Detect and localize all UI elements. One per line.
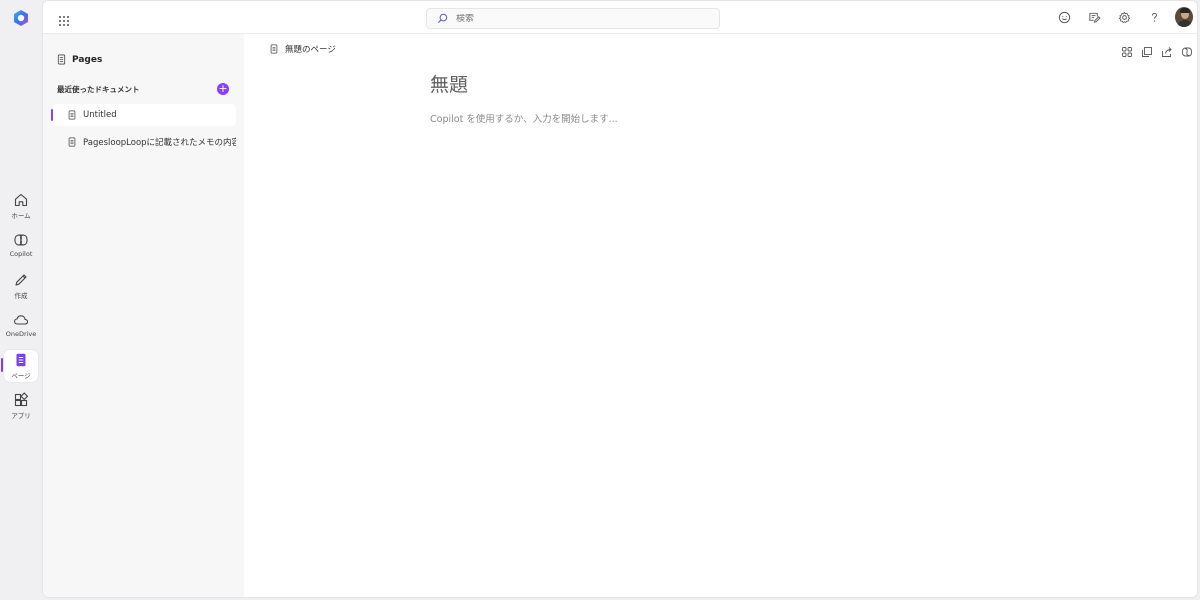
- page-title[interactable]: 無題: [430, 70, 468, 97]
- share-icon: [1162, 47, 1172, 57]
- account-button[interactable]: [1175, 7, 1193, 27]
- copy-button[interactable]: [1141, 43, 1153, 57]
- sidebar-title: Pages: [72, 54, 103, 65]
- smiley-button[interactable]: [1055, 8, 1073, 26]
- page-editor: 無題のページ 無題 Copilot を使用するか、入力を開始します...: [244, 34, 1197, 597]
- pages-icon: [16, 353, 26, 367]
- components-icon: [1122, 47, 1132, 57]
- help-icon: [1151, 12, 1157, 22]
- app-launcher-icon[interactable]: [58, 12, 70, 26]
- rail-item-label: 作成: [14, 292, 28, 300]
- rail-item-pages[interactable]: ページ: [1, 350, 38, 382]
- search-icon: [437, 13, 448, 24]
- rail-item-create[interactable]: 作成: [4, 270, 38, 302]
- rail-item-copilot[interactable]: Copilot: [4, 230, 38, 262]
- breadcrumb: 無題のページ: [269, 43, 336, 55]
- recent-docs-label: 最近使ったドキュメント: [57, 85, 140, 94]
- doc-item-label: Untitled: [83, 110, 117, 120]
- page-actions: [1121, 43, 1193, 57]
- page-icon: [68, 137, 76, 147]
- rail-item-label: Copilot: [9, 250, 33, 258]
- copilot-icon: [14, 234, 28, 246]
- pages-sidebar: Pages 最近使ったドキュメント + Untitled PagesloopLo…: [43, 34, 244, 597]
- cloud-icon: [13, 315, 29, 325]
- feedback-button[interactable]: [1085, 8, 1103, 26]
- copy-icon: [1142, 47, 1152, 57]
- smiley-icon: [1058, 11, 1070, 23]
- home-icon: [14, 193, 28, 207]
- avatar: [1175, 7, 1193, 27]
- rail-item-label: ページ: [11, 372, 31, 380]
- doc-item-label: PagesloopLoopに記載されたメモの内容をまとめる: [83, 138, 236, 148]
- sidebar-header: Pages: [56, 54, 102, 65]
- sidebar-doc-untitled[interactable]: Untitled: [51, 104, 236, 126]
- breadcrumb-label: 無題のページ: [285, 45, 336, 55]
- m365-logo-icon[interactable]: [12, 9, 30, 27]
- help-button[interactable]: [1145, 8, 1163, 26]
- page-icon: [270, 44, 278, 54]
- apps-icon: [14, 392, 29, 407]
- gear-icon: [1118, 11, 1130, 23]
- feedback-icon: [1088, 12, 1101, 23]
- rail-item-home[interactable]: ホーム: [4, 190, 38, 222]
- search-box[interactable]: [426, 8, 720, 29]
- rail-item-onedrive[interactable]: OneDrive: [4, 310, 38, 342]
- main-window: Pages 最近使ったドキュメント + Untitled PagesloopLo…: [42, 0, 1198, 598]
- top-actions: [1055, 7, 1193, 27]
- sidebar-doc-loop-summary[interactable]: PagesloopLoopに記載されたメモの内容をまとめる: [53, 131, 236, 153]
- copilot-icon: [1182, 47, 1192, 57]
- pen-icon: [15, 274, 27, 286]
- copilot-button[interactable]: [1181, 43, 1193, 57]
- app-rail: ホーム Copilot 作成 OneDrive ページ アプリ: [0, 0, 42, 600]
- rail-item-label: アプリ: [11, 412, 31, 420]
- page-icon: [57, 54, 66, 65]
- page-body-placeholder[interactable]: Copilot を使用するか、入力を開始します...: [430, 111, 618, 125]
- settings-button[interactable]: [1115, 8, 1133, 26]
- page-icon: [68, 110, 76, 120]
- components-button[interactable]: [1121, 43, 1133, 57]
- add-page-button[interactable]: +: [217, 83, 229, 95]
- share-button[interactable]: [1161, 43, 1173, 57]
- search-input[interactable]: [456, 13, 696, 24]
- rail-item-apps[interactable]: アプリ: [4, 390, 38, 422]
- top-bar: [43, 1, 1197, 34]
- rail-item-label: OneDrive: [5, 330, 37, 338]
- rail-item-label: ホーム: [11, 212, 31, 220]
